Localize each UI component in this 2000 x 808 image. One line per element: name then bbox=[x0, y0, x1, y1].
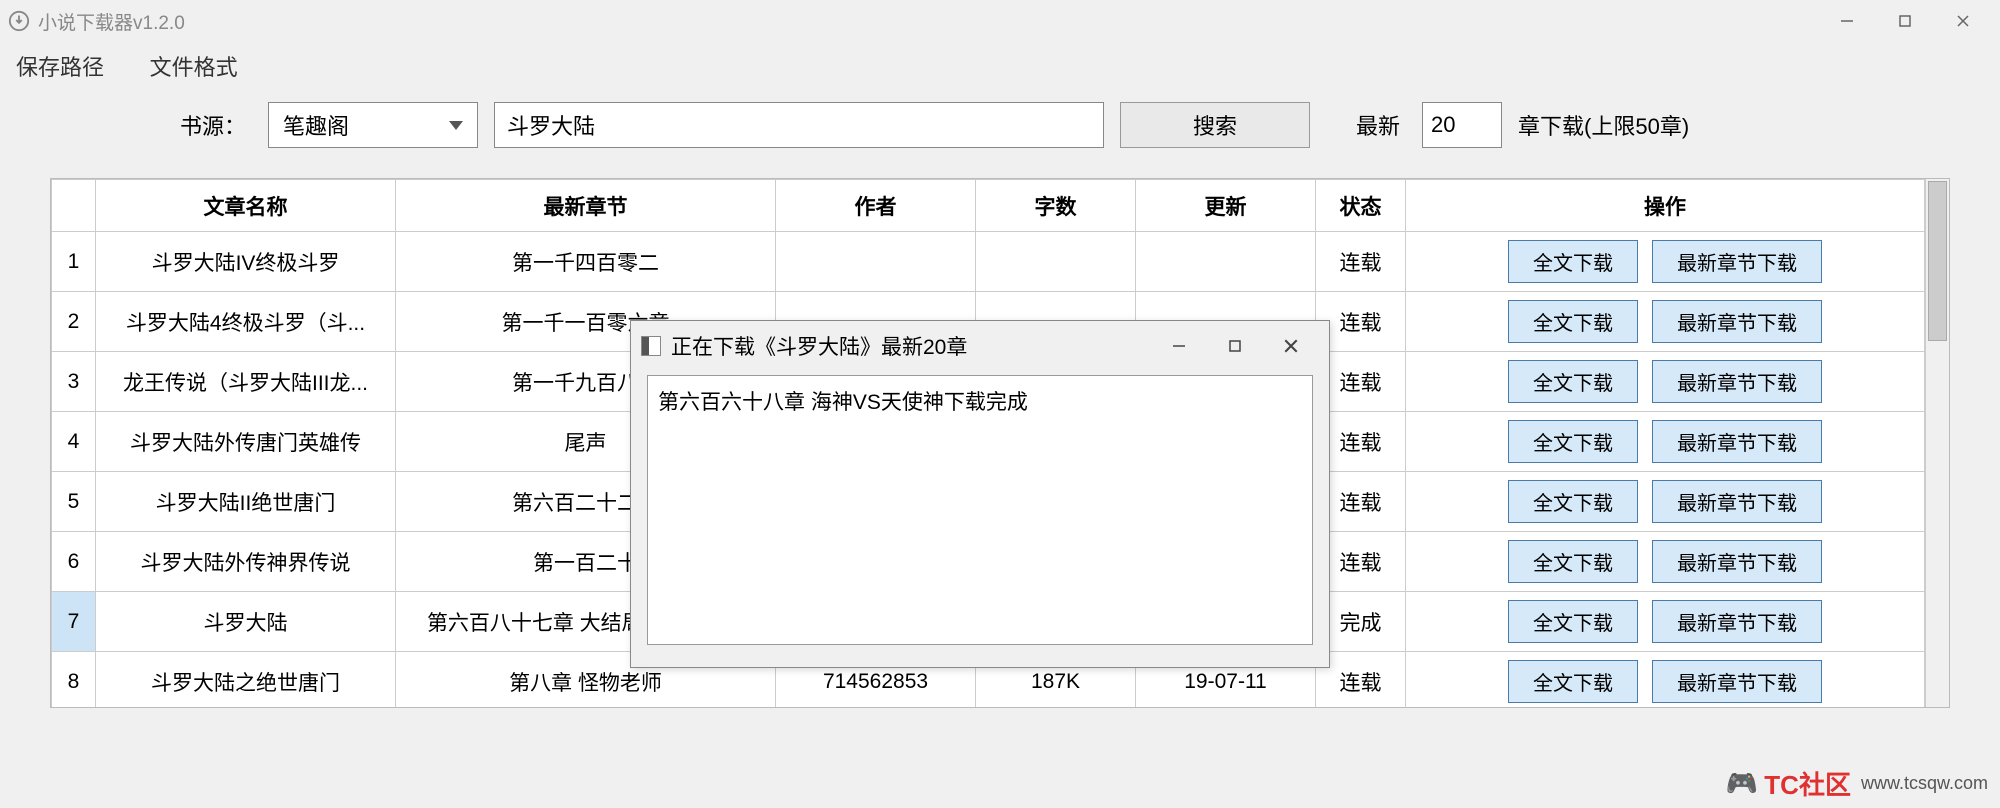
app-icon bbox=[8, 10, 30, 32]
maximize-button[interactable] bbox=[1876, 0, 1934, 42]
row-actions: 全文下载最新章节下载 bbox=[1406, 652, 1925, 708]
row-title: 斗罗大陆 bbox=[96, 592, 396, 652]
scrollbar-thumb[interactable] bbox=[1928, 181, 1947, 341]
download-dialog: 正在下载《斗罗大陆》最新20章 bbox=[630, 320, 1330, 668]
row-idx: 5 bbox=[52, 472, 96, 532]
close-button[interactable] bbox=[1934, 0, 1992, 42]
full-download-button[interactable]: 全文下载 bbox=[1508, 480, 1638, 523]
minimize-button[interactable] bbox=[1818, 0, 1876, 42]
dialog-maximize-button[interactable] bbox=[1207, 321, 1263, 371]
row-author bbox=[776, 232, 976, 292]
full-download-button[interactable]: 全文下载 bbox=[1508, 600, 1638, 643]
menubar: 保存路径 文件格式 bbox=[0, 42, 2000, 102]
chevron-down-icon bbox=[449, 121, 463, 130]
dialog-minimize-button[interactable] bbox=[1151, 321, 1207, 371]
row-actions: 全文下载最新章节下载 bbox=[1406, 352, 1925, 412]
source-label: 书源： bbox=[180, 109, 246, 141]
row-chapter: 第一千四百零二 bbox=[396, 232, 776, 292]
header-words: 字数 bbox=[976, 180, 1136, 232]
row-idx: 3 bbox=[52, 352, 96, 412]
row-title: 斗罗大陆之绝世唐门 bbox=[96, 652, 396, 708]
row-actions: 全文下载最新章节下载 bbox=[1406, 532, 1925, 592]
full-download-button[interactable]: 全文下载 bbox=[1508, 660, 1638, 703]
row-idx: 8 bbox=[52, 652, 96, 708]
latest-download-button[interactable]: 最新章节下载 bbox=[1652, 480, 1822, 523]
header-chapter: 最新章节 bbox=[396, 180, 776, 232]
header-status: 状态 bbox=[1316, 180, 1406, 232]
source-select[interactable]: 笔趣阁 bbox=[268, 102, 478, 148]
menu-file-format[interactable]: 文件格式 bbox=[150, 55, 238, 80]
header-actions: 操作 bbox=[1406, 180, 1925, 232]
row-status: 连载 bbox=[1316, 232, 1406, 292]
row-title: 龙王传说（斗罗大陆III龙... bbox=[96, 352, 396, 412]
row-title: 斗罗大陆IV终极斗罗 bbox=[96, 232, 396, 292]
latest-download-button[interactable]: 最新章节下载 bbox=[1652, 300, 1822, 343]
vertical-scrollbar[interactable] bbox=[1925, 179, 1949, 707]
full-download-button[interactable]: 全文下载 bbox=[1508, 240, 1638, 283]
watermark-icon: 🎮 bbox=[1726, 768, 1758, 799]
latest-download-button[interactable]: 最新章节下载 bbox=[1652, 360, 1822, 403]
latest-download-button[interactable]: 最新章节下载 bbox=[1652, 660, 1822, 703]
dialog-close-button[interactable] bbox=[1263, 321, 1319, 371]
latest-download-button[interactable]: 最新章节下载 bbox=[1652, 240, 1822, 283]
window-title: 小说下载器v1.2.0 bbox=[38, 8, 1818, 35]
header-idx bbox=[52, 180, 96, 232]
row-idx: 4 bbox=[52, 412, 96, 472]
row-title: 斗罗大陆4终极斗罗（斗... bbox=[96, 292, 396, 352]
full-download-button[interactable]: 全文下载 bbox=[1508, 420, 1638, 463]
dialog-titlebar[interactable]: 正在下载《斗罗大陆》最新20章 bbox=[631, 321, 1329, 371]
table-header-row: 文章名称 最新章节 作者 字数 更新 状态 操作 bbox=[52, 180, 1925, 232]
search-input[interactable] bbox=[494, 102, 1104, 148]
row-actions: 全文下载最新章节下载 bbox=[1406, 292, 1925, 352]
dialog-log[interactable] bbox=[647, 375, 1313, 645]
window-controls bbox=[1818, 0, 1992, 42]
latest-download-button[interactable]: 最新章节下载 bbox=[1652, 540, 1822, 583]
full-download-button[interactable]: 全文下载 bbox=[1508, 540, 1638, 583]
watermark-url: www.tcsqw.com bbox=[1861, 773, 1988, 794]
dialog-icon bbox=[641, 336, 661, 356]
table-row[interactable]: 1斗罗大陆IV终极斗罗第一千四百零二连载全文下载最新章节下载 bbox=[52, 232, 1925, 292]
row-words bbox=[976, 232, 1136, 292]
limit-label: 章下载(上限50章) bbox=[1518, 109, 1689, 141]
row-title: 斗罗大陆II绝世唐门 bbox=[96, 472, 396, 532]
menu-save-path[interactable]: 保存路径 bbox=[16, 55, 104, 80]
row-idx: 6 bbox=[52, 532, 96, 592]
row-idx: 1 bbox=[52, 232, 96, 292]
row-title: 斗罗大陆外传唐门英雄传 bbox=[96, 412, 396, 472]
dialog-title: 正在下载《斗罗大陆》最新20章 bbox=[671, 331, 1151, 361]
full-download-button[interactable]: 全文下载 bbox=[1508, 300, 1638, 343]
header-update: 更新 bbox=[1136, 180, 1316, 232]
row-update bbox=[1136, 232, 1316, 292]
header-author: 作者 bbox=[776, 180, 976, 232]
row-actions: 全文下载最新章节下载 bbox=[1406, 412, 1925, 472]
titlebar: 小说下载器v1.2.0 bbox=[0, 0, 2000, 42]
row-actions: 全文下载最新章节下载 bbox=[1406, 472, 1925, 532]
latest-count-input[interactable] bbox=[1422, 102, 1502, 148]
row-idx: 2 bbox=[52, 292, 96, 352]
source-value: 笔趣阁 bbox=[283, 109, 349, 141]
full-download-button[interactable]: 全文下载 bbox=[1508, 360, 1638, 403]
header-title: 文章名称 bbox=[96, 180, 396, 232]
latest-download-button[interactable]: 最新章节下载 bbox=[1652, 600, 1822, 643]
watermark: 🎮 TC社区 www.tcsqw.com bbox=[1726, 765, 1988, 802]
searchbar: 书源： 笔趣阁 搜索 最新 章下载(上限50章) bbox=[0, 102, 2000, 178]
row-idx: 7 bbox=[52, 592, 96, 652]
row-actions: 全文下载最新章节下载 bbox=[1406, 232, 1925, 292]
row-title: 斗罗大陆外传神界传说 bbox=[96, 532, 396, 592]
search-button[interactable]: 搜索 bbox=[1120, 102, 1310, 148]
row-actions: 全文下载最新章节下载 bbox=[1406, 592, 1925, 652]
latest-download-button[interactable]: 最新章节下载 bbox=[1652, 420, 1822, 463]
latest-label: 最新 bbox=[1356, 109, 1400, 141]
watermark-text: TC社区 bbox=[1764, 765, 1851, 802]
